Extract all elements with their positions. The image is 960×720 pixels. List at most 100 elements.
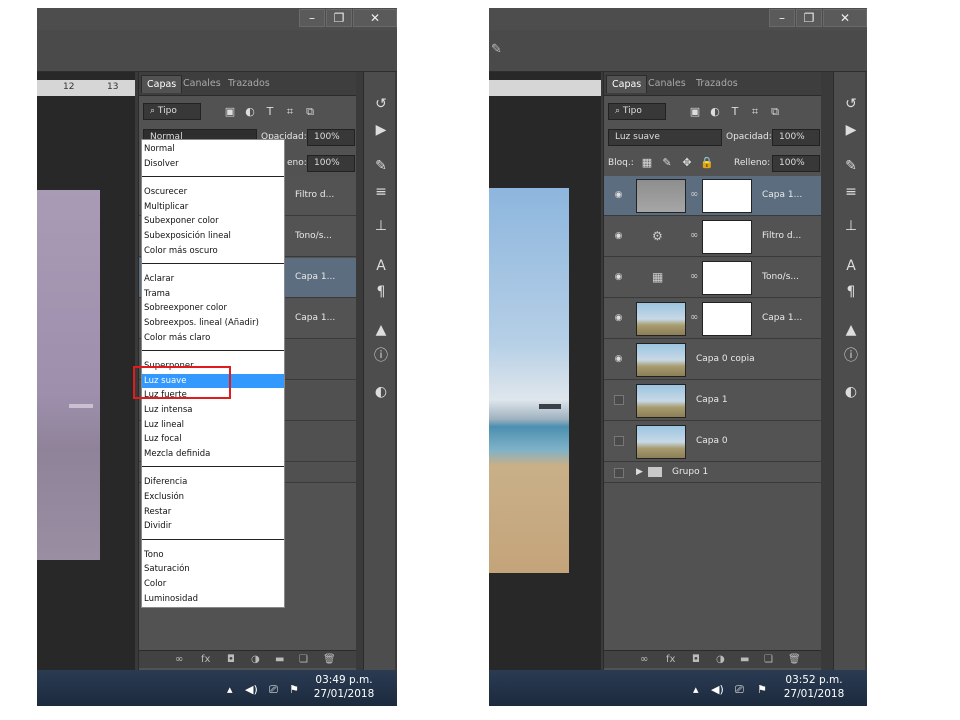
clone-source-icon[interactable]: ⊥	[373, 218, 389, 234]
layer-row-selected[interactable]: ◉ ∞ Capa 1...	[604, 176, 821, 216]
blend-option[interactable]: Exclusión	[142, 490, 284, 504]
new-group-icon[interactable]: ▬	[275, 654, 284, 665]
layer-thumbnail[interactable]	[636, 302, 686, 336]
maximize-button[interactable]: ❐	[326, 9, 352, 27]
lock-transparency-icon[interactable]: ▦	[640, 157, 654, 169]
blend-option[interactable]: Luz lineal	[142, 418, 284, 432]
adjustment-filter-icon[interactable]: ◐	[708, 106, 722, 118]
blend-option[interactable]: Sobreexponer color	[142, 301, 284, 315]
type-filter-icon[interactable]: T	[263, 106, 277, 118]
blend-option[interactable]: Aclarar	[142, 272, 284, 286]
info-icon[interactable]: ⓘ	[843, 348, 859, 364]
close-button[interactable]: ✕	[823, 9, 867, 27]
blend-option[interactable]: Trama	[142, 287, 284, 301]
image-filter-icon[interactable]: ▣	[223, 106, 237, 118]
taskbar-clock[interactable]: 03:52 p.m. 27/01/2018	[783, 673, 845, 701]
blend-option[interactable]: Sobreexpos. lineal (Añadir)	[142, 316, 284, 330]
histogram-icon[interactable]: ▲	[373, 322, 389, 338]
taskbar-clock[interactable]: 03:49 p.m. 27/01/2018	[313, 673, 375, 701]
type-filter-icon[interactable]: T	[728, 106, 742, 118]
brush-icon[interactable]: ✎	[373, 158, 389, 174]
network-icon[interactable]: ⎚	[735, 683, 744, 697]
blend-option[interactable]: Luminosidad	[142, 592, 284, 606]
blend-option[interactable]: Tono	[142, 548, 284, 562]
tab-canales[interactable]: Canales	[183, 78, 221, 89]
chain-link-icon[interactable]: ∞	[690, 189, 698, 200]
layer-mask-thumbnail[interactable]	[702, 261, 752, 295]
brush-icon[interactable]: ✎	[843, 158, 859, 174]
blend-option[interactable]: Saturación	[142, 562, 284, 576]
fill-field[interactable]: 100%	[307, 155, 355, 172]
adjustments-icon[interactable]: ◐	[843, 384, 859, 400]
layer-mask-thumbnail[interactable]	[702, 302, 752, 336]
layer-row[interactable]: Capa 0	[604, 422, 821, 462]
blend-option[interactable]: Luz focal	[142, 432, 284, 446]
shape-filter-icon[interactable]: ⌗	[748, 106, 762, 118]
tab-trazados[interactable]: Trazados	[696, 78, 738, 89]
blend-option[interactable]: Normal	[142, 142, 284, 156]
blend-option[interactable]: Diferencia	[142, 475, 284, 489]
lock-pixels-icon[interactable]: ✎	[660, 157, 674, 169]
blend-option[interactable]: Restar	[142, 505, 284, 519]
layer-row[interactable]: ◉ ∞ Capa 1...	[604, 299, 821, 339]
brush-settings-icon[interactable]: ≡	[373, 184, 389, 200]
history-icon[interactable]: ↺	[843, 96, 859, 112]
smart-object-filter-icon[interactable]: ⧉	[303, 106, 317, 118]
delete-layer-icon[interactable]: 🗑	[788, 654, 801, 665]
layer-thumbnail[interactable]	[636, 384, 686, 418]
chain-link-icon[interactable]: ∞	[690, 271, 698, 282]
layer-row[interactable]: ◉ ▦ ∞ Tono/s...	[604, 258, 821, 298]
network-icon[interactable]: ⎚	[269, 683, 278, 697]
add-mask-icon[interactable]: ◘	[227, 654, 235, 665]
fx-icon[interactable]: fx	[201, 654, 210, 665]
layer-thumbnail[interactable]	[636, 179, 686, 213]
eye-icon[interactable]: ◉	[612, 231, 625, 241]
layer-thumbnail[interactable]: ▦	[636, 261, 686, 295]
fill-field[interactable]: 100%	[772, 155, 820, 172]
tray-arrow-icon[interactable]: ▴	[693, 683, 699, 696]
blend-option[interactable]: Color	[142, 577, 284, 591]
blend-option[interactable]: Mezcla definida	[142, 447, 284, 461]
delete-layer-icon[interactable]: 🗑	[323, 654, 336, 665]
layer-mask-thumbnail[interactable]	[702, 179, 752, 213]
shape-filter-icon[interactable]: ⌗	[283, 106, 297, 118]
layer-row[interactable]: ◉ Capa 0 copia	[604, 340, 821, 380]
lock-all-icon[interactable]: 🔒	[700, 157, 714, 169]
tool-preset-icon[interactable]: ✎	[491, 42, 502, 57]
eye-icon[interactable]: ◉	[612, 354, 625, 364]
new-group-icon[interactable]: ▬	[740, 654, 749, 665]
expand-caret-icon[interactable]: ▶	[636, 467, 643, 477]
minimize-button[interactable]: –	[299, 9, 325, 27]
layer-thumbnail[interactable]	[636, 425, 686, 459]
chain-link-icon[interactable]: ∞	[690, 230, 698, 241]
new-layer-icon[interactable]: ❏	[299, 654, 308, 665]
blend-option[interactable]: Subexponer color	[142, 214, 284, 228]
layer-thumbnail[interactable]	[636, 343, 686, 377]
tray-arrow-icon[interactable]: ▴	[227, 683, 233, 696]
brush-settings-icon[interactable]: ≡	[843, 184, 859, 200]
adjustment-layer-icon[interactable]: ◑	[716, 654, 725, 665]
minimize-button[interactable]: –	[769, 9, 795, 27]
action-center-icon[interactable]: ⚑	[757, 683, 767, 696]
add-mask-icon[interactable]: ◘	[692, 654, 700, 665]
volume-icon[interactable]: ◀)	[711, 683, 724, 696]
blend-option[interactable]: Multiplicar	[142, 200, 284, 214]
action-center-icon[interactable]: ⚑	[289, 683, 299, 696]
lock-position-icon[interactable]: ✥	[680, 157, 694, 169]
opacity-field[interactable]: 100%	[307, 129, 355, 146]
tab-trazados[interactable]: Trazados	[228, 78, 270, 89]
layer-thumbnail[interactable]: ⚙	[636, 220, 686, 254]
maximize-button[interactable]: ❐	[796, 9, 822, 27]
close-button[interactable]: ✕	[353, 9, 397, 27]
opacity-field[interactable]: 100%	[772, 129, 820, 146]
layer-mask-thumbnail[interactable]	[702, 220, 752, 254]
eye-icon[interactable]: ◉	[612, 190, 625, 200]
blend-mode-select[interactable]: Luz suave	[608, 129, 722, 146]
chain-link-icon[interactable]: ∞	[690, 312, 698, 323]
smart-object-filter-icon[interactable]: ⧉	[768, 106, 782, 118]
filter-select[interactable]: ⌕ Tipo	[143, 103, 201, 120]
paragraph-icon[interactable]: ¶	[843, 284, 859, 300]
link-layers-icon[interactable]: ∞	[175, 654, 183, 665]
layer-row[interactable]: ◉ ⚙ ∞ Filtro d...	[604, 217, 821, 257]
actions-icon[interactable]: ▶	[373, 122, 389, 138]
